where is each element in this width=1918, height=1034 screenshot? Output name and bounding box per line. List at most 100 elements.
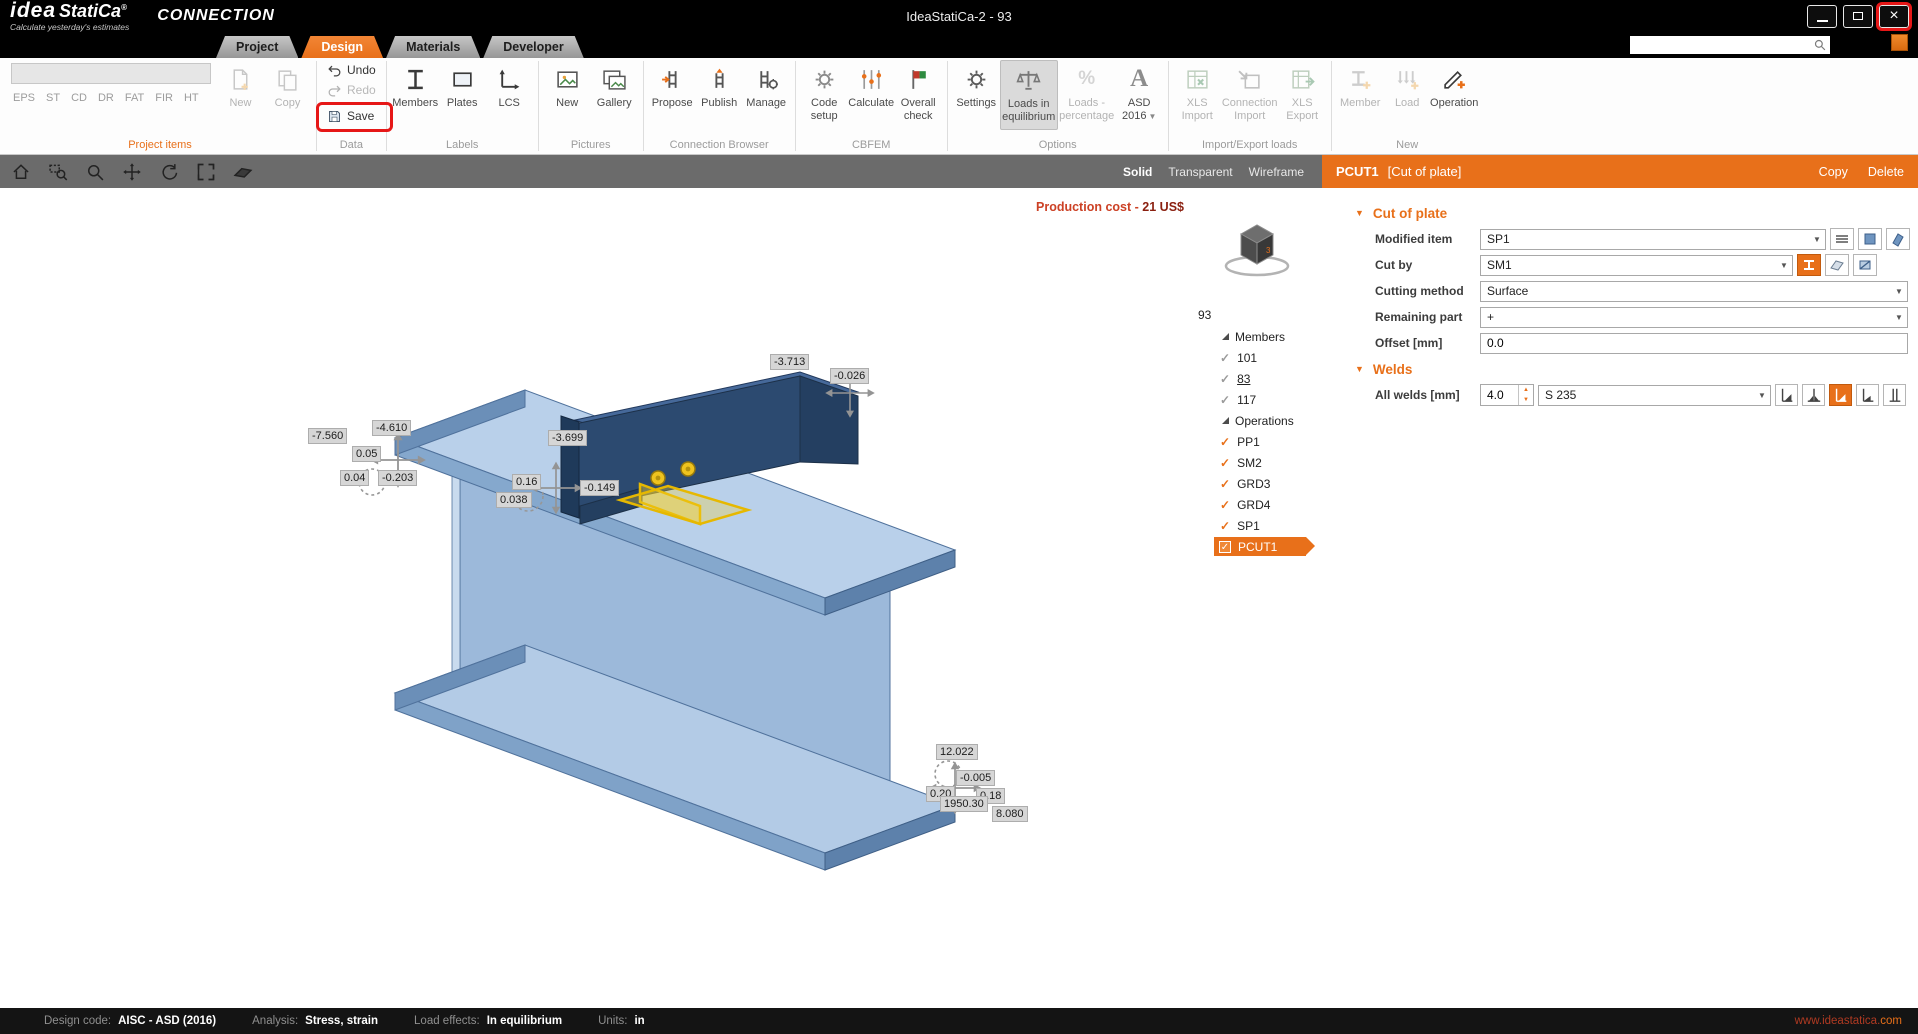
checkbox-checked-icon[interactable]: ✓ [1220, 498, 1230, 512]
checkbox-checked-icon[interactable]: ✓ [1220, 351, 1230, 365]
zoom-window-button[interactable] [47, 161, 69, 183]
tab-materials[interactable]: Materials [386, 36, 480, 58]
cut-plate-icon-button[interactable] [1853, 254, 1877, 276]
weld-type-bevel-button[interactable] [1856, 384, 1879, 406]
tree-item-operation-sp1[interactable]: ✓SP1 [1190, 515, 1322, 536]
delete-operation-button[interactable]: Delete [1868, 165, 1904, 179]
checkbox-checked-icon[interactable]: ✓ [1220, 519, 1230, 533]
navigation-cube[interactable]: 3 [1214, 216, 1300, 284]
pan-button[interactable] [121, 161, 143, 183]
member-cut-icon-button[interactable] [1797, 254, 1821, 276]
checkbox-checked-icon[interactable]: ✓ [1220, 477, 1230, 491]
chip-fat[interactable]: FAT [125, 92, 144, 104]
connection-import-button[interactable]: Connection Import [1221, 60, 1279, 130]
notification-badge[interactable] [1891, 34, 1908, 51]
chip-dr[interactable]: DR [98, 92, 114, 104]
code-setup-button[interactable]: Code setup [801, 60, 848, 130]
maximize-button[interactable] [1843, 5, 1873, 28]
plate-front-icon-button[interactable] [1858, 228, 1882, 250]
loads-percentage-button[interactable]: % Loads - percentage [1058, 60, 1116, 130]
expander-icon[interactable] [1222, 333, 1229, 340]
settings-button[interactable]: Settings [953, 60, 1000, 130]
search-input[interactable] [1634, 39, 1814, 51]
workplane-icon-button[interactable] [1825, 254, 1849, 276]
collapse-triangle-icon[interactable]: ▼ [1355, 364, 1364, 374]
website-link[interactable]: www.ideastatica.com [1795, 1015, 1902, 1027]
propose-button[interactable]: Propose [649, 60, 696, 130]
new-member-button[interactable]: Member [1337, 60, 1384, 130]
rotate-view-button[interactable] [158, 161, 180, 183]
weld-type-selected-button[interactable] [1829, 384, 1852, 406]
overall-check-button[interactable]: Overall check [895, 60, 942, 130]
chip-ht[interactable]: HT [184, 92, 199, 104]
minimize-button[interactable] [1807, 5, 1837, 28]
lcs-labels-button[interactable]: LCS [486, 60, 533, 130]
new-project-item-button[interactable]: New [217, 60, 264, 130]
modified-item-select[interactable]: SP1▼ [1480, 229, 1826, 250]
tree-node-members[interactable]: Members [1190, 326, 1322, 347]
tree-item-operation-sm2[interactable]: ✓SM2 [1190, 452, 1322, 473]
clipping-plane-button[interactable] [232, 161, 254, 183]
save-button[interactable]: Save [322, 106, 381, 126]
gallery-button[interactable]: Gallery [591, 60, 638, 130]
new-load-button[interactable]: Load [1384, 60, 1431, 130]
tree-item-operation-pp1[interactable]: ✓PP1 [1190, 431, 1322, 452]
publish-button[interactable]: Publish [696, 60, 743, 130]
section-cut-of-plate[interactable]: ▼ Cut of plate [1322, 200, 1918, 226]
calculate-button[interactable]: Calculate [848, 60, 895, 130]
tab-project[interactable]: Project [216, 36, 298, 58]
plates-labels-button[interactable]: Plates [439, 60, 486, 130]
xls-import-button[interactable]: XLS Import [1174, 60, 1221, 130]
weld-size-spinner[interactable]: 4.0 ▲▼ [1480, 384, 1534, 406]
weld-material-select[interactable]: S 235▼ [1538, 385, 1771, 406]
new-picture-button[interactable]: New [544, 60, 591, 130]
copy-project-item-button[interactable]: Copy [264, 60, 311, 130]
search-box[interactable] [1630, 36, 1830, 54]
undo-button[interactable]: Undo [322, 60, 381, 80]
plate-side-icon-button[interactable] [1886, 228, 1910, 250]
tree-item-operation-pcut1-selected[interactable]: ✓PCUT1 [1214, 537, 1306, 556]
section-welds[interactable]: ▼ Welds [1322, 356, 1918, 382]
tab-design[interactable]: Design [301, 36, 383, 58]
members-labels-button[interactable]: Members [392, 60, 439, 130]
display-mode-wireframe[interactable]: Wireframe [1249, 165, 1304, 179]
display-mode-transparent[interactable]: Transparent [1168, 165, 1232, 179]
copy-operation-button[interactable]: Copy [1819, 165, 1848, 179]
tree-item-member-101[interactable]: ✓101 [1190, 347, 1322, 368]
project-item-combo[interactable] [11, 63, 211, 84]
chip-cd[interactable]: CD [71, 92, 87, 104]
checkbox-checked-icon[interactable]: ✓ [1220, 435, 1230, 449]
chip-st[interactable]: ST [46, 92, 60, 104]
checkbox-checked-icon[interactable]: ✓ [1220, 456, 1230, 470]
redo-button[interactable]: Redo [322, 80, 381, 100]
plate-stack-icon-button[interactable] [1830, 228, 1854, 250]
new-operation-button[interactable]: Operation [1431, 60, 1478, 130]
checkbox-checked-icon[interactable]: ✓ [1220, 372, 1230, 386]
zoom-button[interactable] [84, 161, 106, 183]
xls-export-button[interactable]: XLS Export [1279, 60, 1326, 130]
zoom-fit-button[interactable] [195, 161, 217, 183]
tab-developer[interactable]: Developer [483, 36, 583, 58]
tree-item-member-117[interactable]: ✓117 [1190, 389, 1322, 410]
home-view-button[interactable] [10, 161, 32, 183]
spin-up-icon[interactable]: ▲ [1519, 385, 1533, 395]
steel-connection-model[interactable] [0, 188, 1322, 1008]
offset-input[interactable]: 0.0 [1480, 333, 1908, 354]
manage-button[interactable]: Manage [743, 60, 790, 130]
remaining-part-select[interactable]: +▼ [1480, 307, 1908, 328]
chip-fir[interactable]: FIR [155, 92, 173, 104]
cut-by-select[interactable]: SM1▼ [1480, 255, 1793, 276]
weld-type-both-sides-button[interactable] [1802, 384, 1825, 406]
checkbox-checked-icon[interactable]: ✓ [1220, 393, 1230, 407]
tree-root-item[interactable]: 93 [1190, 304, 1322, 326]
collapse-triangle-icon[interactable]: ▼ [1355, 208, 1364, 218]
tree-item-member-83[interactable]: ✓83 [1190, 368, 1322, 389]
tree-item-operation-grd3[interactable]: ✓GRD3 [1190, 473, 1322, 494]
code-asd-dropdown[interactable]: A ASD 2016▼ [1116, 60, 1163, 130]
checkbox-checked-icon[interactable]: ✓ [1219, 541, 1231, 553]
viewport-3d[interactable]: -3.713-0.026-7.560-4.6100.050.04-0.203-3… [0, 188, 1322, 1008]
loads-in-equilibrium-toggle[interactable]: Loads in equilibrium [1000, 60, 1058, 130]
weld-type-fillet-button[interactable] [1775, 384, 1798, 406]
display-mode-solid[interactable]: Solid [1123, 165, 1152, 179]
cutting-method-select[interactable]: Surface▼ [1480, 281, 1908, 302]
